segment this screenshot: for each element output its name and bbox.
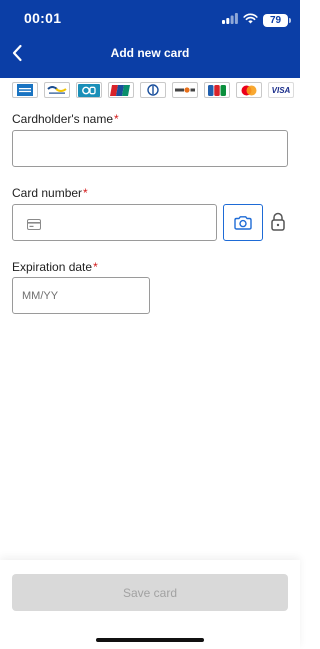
save-card-button[interactable]: Save card [12, 574, 288, 611]
jcb-logo-icon [204, 82, 230, 98]
wifi-icon [243, 11, 258, 29]
mastercard-logo-icon [236, 82, 262, 98]
required-mark: * [114, 112, 119, 126]
lock-icon [270, 212, 286, 232]
amex-logo-icon [12, 82, 38, 98]
expiration-field[interactable] [12, 277, 150, 314]
scan-card-button[interactable] [223, 204, 263, 241]
discover-logo-icon [172, 82, 198, 98]
status-icons: 79 [222, 11, 291, 29]
cardholder-field[interactable] [12, 130, 288, 167]
required-mark: * [83, 186, 88, 200]
status-time: 00:01 [24, 10, 62, 26]
cardholder-input[interactable] [13, 131, 287, 166]
card-number-input[interactable] [13, 205, 216, 240]
page-title: Add new card [110, 46, 190, 60]
bancontact-logo-icon [44, 82, 70, 98]
card-number-field[interactable] [12, 204, 217, 241]
battery-icon: 79 [263, 13, 291, 27]
diners-logo-icon [140, 82, 166, 98]
cb-logo-icon [76, 82, 102, 98]
card-brands: VISA [12, 82, 294, 98]
top-bar: 00:01 79 Add new card [0, 0, 300, 78]
cardholder-label: Cardholder's name* [12, 112, 119, 126]
expiration-label: Expiration date* [12, 260, 98, 274]
status-bar: 00:01 79 [0, 0, 300, 36]
required-mark: * [93, 260, 98, 274]
expiration-input[interactable] [13, 278, 149, 313]
unionpay-logo-icon [108, 82, 134, 98]
camera-icon [234, 215, 252, 230]
signal-icon [222, 11, 238, 29]
credit-card-icon [27, 217, 41, 235]
card-number-label: Card number* [12, 186, 88, 200]
footer: Save card [0, 560, 300, 649]
header: Add new card [0, 38, 300, 70]
home-indicator[interactable] [96, 638, 204, 642]
visa-logo-icon: VISA [268, 82, 294, 98]
